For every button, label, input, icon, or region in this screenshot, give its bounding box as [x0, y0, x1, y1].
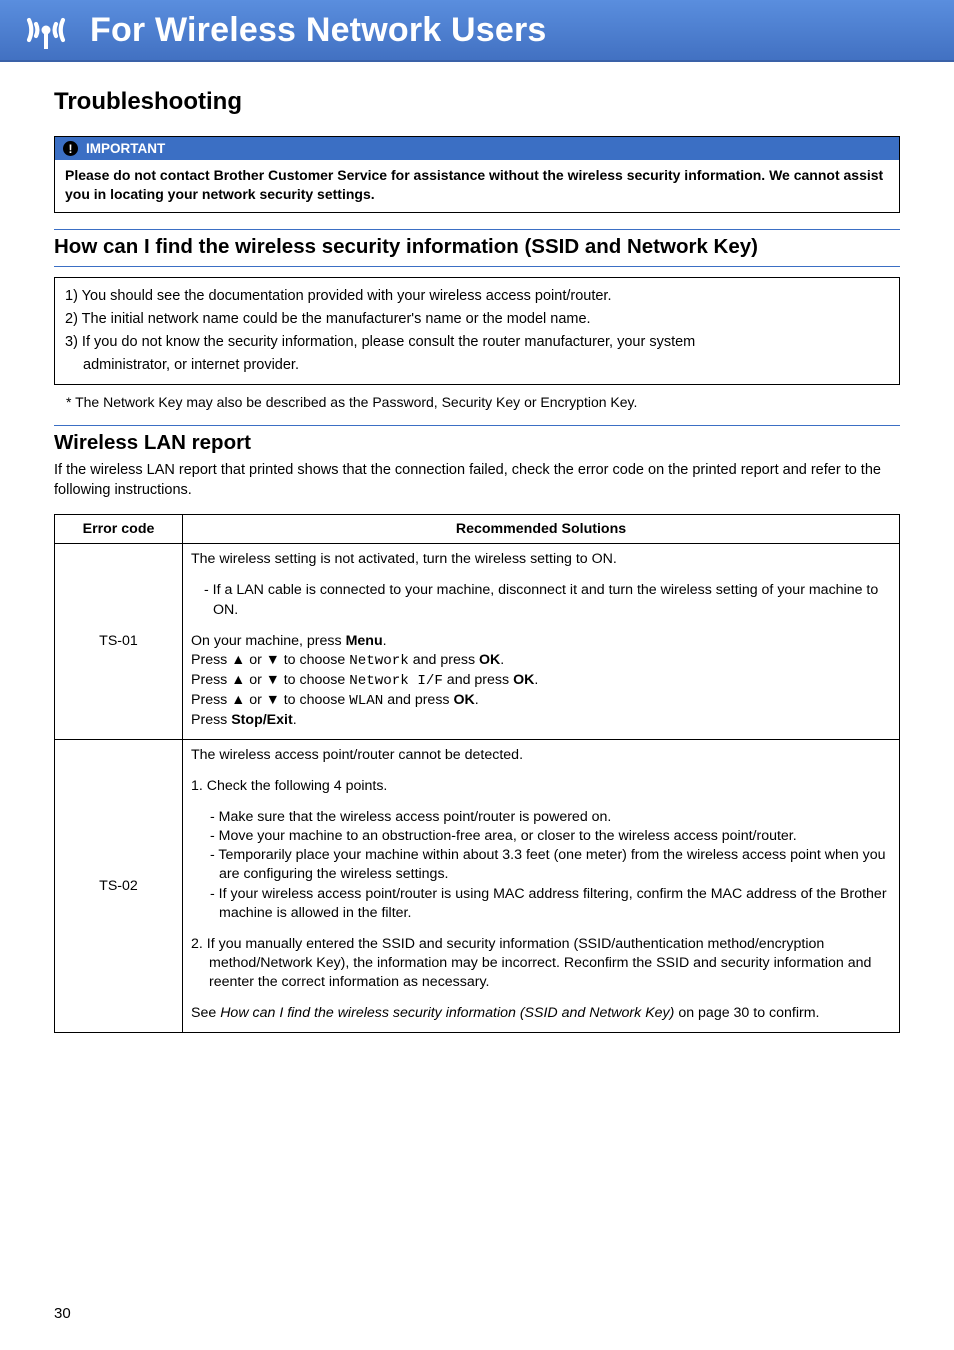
t: On your machine, press: [191, 633, 346, 649]
ts02-p4: See How can I find the wireless security…: [191, 1004, 891, 1023]
section-find-info-title: How can I find the wireless security inf…: [54, 229, 900, 267]
ts02-p3: 2. If you manually entered the SSID and …: [191, 935, 891, 993]
t: See: [191, 1005, 220, 1021]
page-number: 30: [54, 1305, 71, 1322]
t: Network I/F: [349, 673, 443, 689]
t: and press: [443, 672, 513, 688]
step-1: 1) You should see the documentation prov…: [65, 286, 889, 307]
t: .: [534, 672, 538, 688]
t: Press: [191, 712, 231, 728]
ts02-p2: 1. Check the following 4 points.: [191, 777, 891, 796]
table-row: TS-02 The wireless access point/router c…: [55, 739, 900, 1032]
error-code: TS-01: [55, 544, 183, 739]
table-row: TS-01 The wireless setting is not activa…: [55, 544, 900, 739]
ts01-p2: - If a LAN cable is connected to your ma…: [191, 581, 891, 619]
t: .: [475, 692, 479, 708]
footnote: * The Network Key may also be described …: [54, 385, 900, 411]
table-col-error-code: Error code: [55, 515, 183, 544]
t: and press: [409, 652, 479, 668]
table-col-solutions: Recommended Solutions: [183, 515, 900, 544]
error-code: TS-02: [55, 739, 183, 1032]
t: Press ▲ or ▼ to choose: [191, 652, 349, 668]
t: WLAN: [349, 693, 383, 709]
exclamation-icon: !: [63, 141, 78, 156]
t: .: [293, 712, 297, 728]
banner-title: For Wireless Network Users: [90, 11, 547, 50]
ts02-b1: - Make sure that the wireless access poi…: [191, 808, 891, 827]
ts02-b2: - Move your machine to an obstruction-fr…: [191, 827, 891, 846]
page-heading: Troubleshooting: [54, 88, 900, 116]
t: on page 30 to confirm.: [674, 1005, 819, 1021]
important-header: ! IMPORTANT: [55, 137, 899, 160]
t: Stop/Exit: [231, 712, 292, 728]
important-callout: ! IMPORTANT Please do not contact Brothe…: [54, 136, 900, 213]
error-solution: The wireless setting is not activated, t…: [183, 544, 900, 739]
t: and press: [383, 692, 453, 708]
t: Press ▲ or ▼ to choose: [191, 672, 349, 688]
t: Network: [349, 653, 409, 669]
important-label: IMPORTANT: [86, 141, 165, 156]
error-solution: The wireless access point/router cannot …: [183, 739, 900, 1032]
t: Press ▲ or ▼ to choose: [191, 692, 349, 708]
error-table: Error code Recommended Solutions TS-01 T…: [54, 514, 900, 1032]
steps-box: 1) You should see the documentation prov…: [54, 277, 900, 385]
important-body: Please do not contact Brother Customer S…: [55, 160, 899, 212]
step-3-cont: administrator, or internet provider.: [65, 355, 889, 376]
ts02-p1: The wireless access point/router cannot …: [191, 746, 891, 765]
ts01-instructions: On your machine, press Menu. Press ▲ or …: [191, 632, 891, 731]
section-wlan-report-intro: If the wireless LAN report that printed …: [54, 461, 900, 500]
section-wlan-report-title: Wireless LAN report: [54, 425, 900, 455]
ts01-p1: The wireless setting is not activated, t…: [191, 550, 891, 569]
banner: For Wireless Network Users: [0, 0, 954, 62]
step-2: 2) The initial network name could be the…: [65, 309, 889, 330]
t: OK: [513, 672, 534, 688]
t: OK: [479, 652, 500, 668]
t: .: [500, 652, 504, 668]
t: OK: [453, 692, 474, 708]
wireless-icon: [20, 4, 72, 56]
step-3: 3) If you do not know the security infor…: [65, 332, 889, 353]
t: How can I find the wireless security inf…: [220, 1005, 674, 1021]
t: Menu: [346, 633, 383, 649]
ts02-b3: - Temporarily place your machine within …: [191, 846, 891, 884]
ts02-b4: - If your wireless access point/router i…: [191, 885, 891, 923]
t: .: [383, 633, 387, 649]
